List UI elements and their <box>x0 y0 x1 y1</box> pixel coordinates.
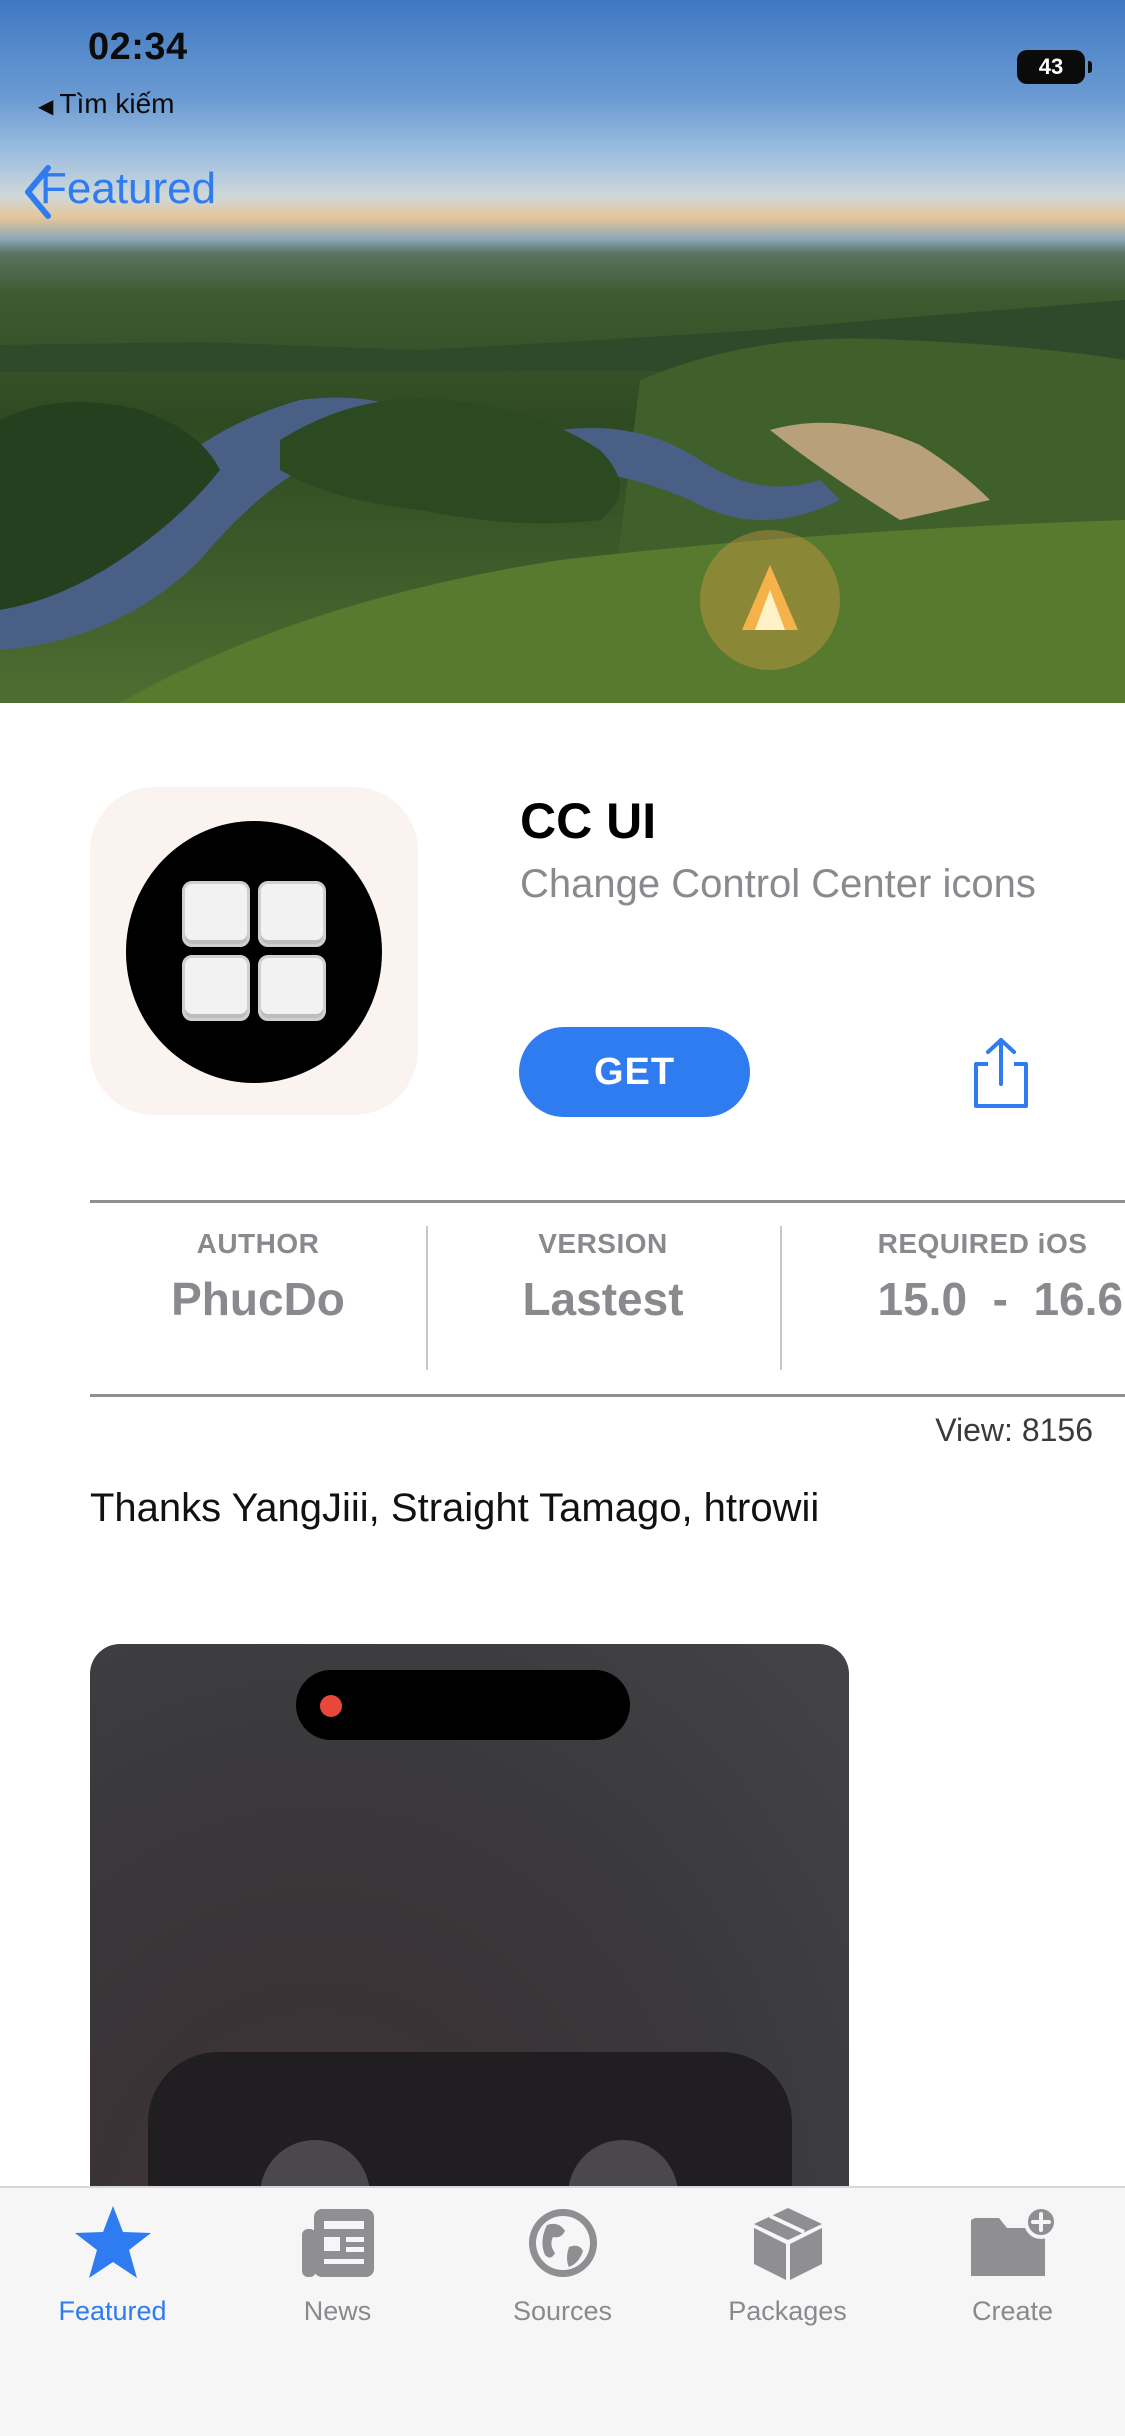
folder-plus-icon <box>970 2206 1058 2276</box>
tab-featured-label: Featured <box>58 2296 167 2326</box>
battery-indicator: 43 <box>1017 50 1092 84</box>
chevron-left-icon <box>25 165 51 219</box>
tab-news[interactable]: News <box>225 2200 450 2327</box>
share-button[interactable] <box>966 1036 1036 1112</box>
tab-create[interactable]: Create <box>900 2200 1125 2327</box>
required-ios-label: REQUIRED iOS <box>877 1228 1088 1259</box>
status-bar-back-label: Tìm kiếm <box>59 88 175 119</box>
dynamic-island <box>296 1670 630 1740</box>
hero-banner-image: 02:34 ◀ Tìm kiếm 43 Featured <box>0 0 1125 703</box>
status-bar-time: 02:34 <box>88 26 188 68</box>
globe-icon <box>528 2209 597 2277</box>
get-button[interactable]: GET <box>519 1027 750 1117</box>
tab-sources[interactable]: Sources <box>450 2200 675 2327</box>
back-button-label: Featured <box>40 164 217 213</box>
tab-packages-label: Packages <box>728 2296 847 2326</box>
back-triangle-icon: ◀ <box>38 96 54 118</box>
app-title: CC UI <box>520 793 657 849</box>
app-icon-tile <box>182 881 250 947</box>
status-bar-back-link[interactable]: ◀ Tìm kiếm <box>38 88 175 120</box>
author-label: AUTHOR <box>196 1228 320 1259</box>
info-divider-bottom <box>90 1394 1125 1397</box>
info-required-ios: REQUIRED iOS 15.0 - 16.6 <box>782 1228 1125 1326</box>
info-version: VERSION Lastest <box>428 1228 778 1326</box>
app-icon-tile <box>258 955 326 1021</box>
tab-packages[interactable]: Packages <box>675 2200 900 2327</box>
tab-news-label: News <box>303 2296 372 2326</box>
view-count: View: 8156 <box>935 1412 1093 1448</box>
info-divider-top <box>90 1200 1125 1203</box>
app-icon-disc <box>126 821 382 1083</box>
newspaper-icon <box>301 2209 374 2277</box>
tab-featured[interactable]: Featured <box>0 2200 225 2327</box>
share-icon <box>974 1038 1028 1108</box>
credits-text: Thanks YangJiii, Straight Tamago, htrowi… <box>90 1486 820 1530</box>
required-ios-value: 15.0 - 16.6 <box>877 1273 1124 1325</box>
info-author: AUTHOR PhucDo <box>90 1228 426 1326</box>
status-bar-indicators: 43 <box>1017 50 1092 84</box>
recording-dot-icon <box>320 1695 342 1717</box>
tab-create-label: Create <box>971 2296 1054 2326</box>
app-icon-tile <box>182 955 250 1021</box>
app-icon <box>90 787 418 1115</box>
back-to-featured-button[interactable]: Featured <box>22 164 217 219</box>
author-value: PhucDo <box>171 1273 345 1325</box>
star-icon <box>74 2206 151 2278</box>
app-icon-tile <box>258 881 326 947</box>
version-value: Lastest <box>522 1273 684 1325</box>
package-box-icon <box>753 2208 822 2280</box>
app-subtitle: Change Control Center icons <box>520 862 1036 906</box>
tab-sources-label: Sources <box>512 2296 613 2326</box>
version-label: VERSION <box>538 1228 668 1259</box>
